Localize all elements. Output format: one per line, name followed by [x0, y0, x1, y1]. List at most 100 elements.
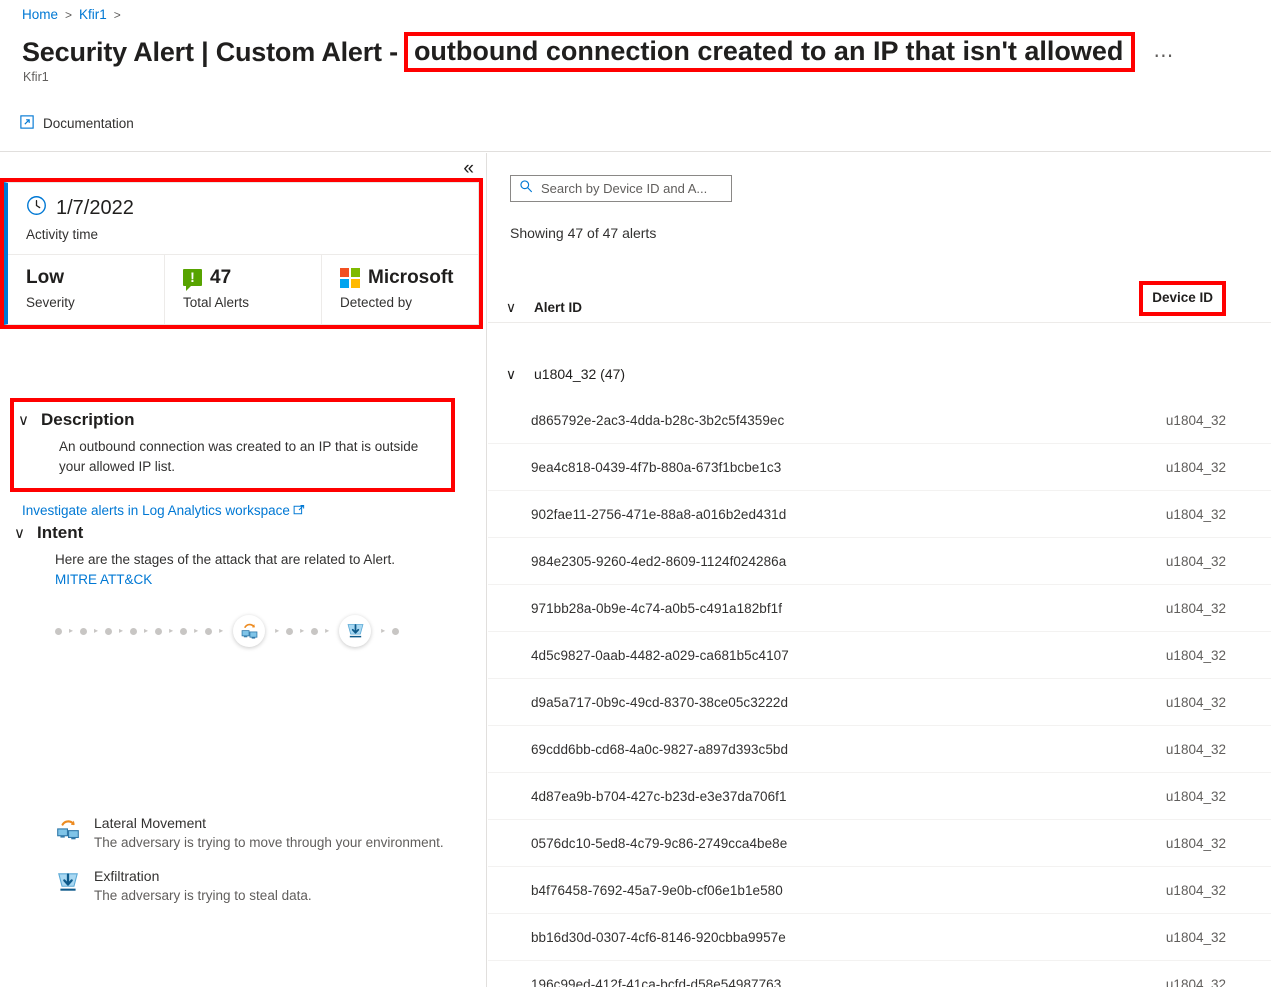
table-row[interactable]: 902fae11-2756-471e-88a8-a016b2ed431d u180… [488, 491, 1271, 538]
table-row[interactable]: 69cdd6bb-cd68-4a0c-9827-a897d393c5bd u180… [488, 726, 1271, 773]
attack-stage-list: Lateral Movement The adversary is trying… [55, 815, 465, 920]
microsoft-logo-icon [340, 267, 360, 288]
stage-dot [311, 627, 319, 635]
table-row[interactable]: 984e2305-9260-4ed2-8609-1124f024286a u180… [488, 538, 1271, 585]
column-header-device-id[interactable]: Device ID [1152, 290, 1213, 305]
stage-dot [180, 627, 188, 635]
cell-device-id: u1804_32 [1165, 929, 1226, 945]
cell-device-id: u1804_32 [1165, 788, 1226, 804]
table-row[interactable]: 971bb28a-0b9e-4c74-a0b5-c491a182bf1f u180… [488, 585, 1271, 632]
collapse-panel-button[interactable]: « [457, 157, 480, 180]
intent-body-text: Here are the stages of the attack that a… [55, 552, 395, 567]
activity-time-value: 1/7/2022 [56, 197, 134, 219]
external-link-icon [20, 115, 34, 132]
severity-value: Low [26, 267, 64, 288]
stage-dot [55, 627, 62, 635]
severity-cell: Low Severity [8, 255, 165, 324]
clock-icon [26, 195, 47, 222]
cell-alert-id: d9a5a717-0b9c-49cd-8370-38ce05c3222d [531, 694, 789, 710]
group-label: u1804_32 (47) [534, 366, 626, 382]
table-row[interactable]: d9a5a717-0b9c-49cd-8370-38ce05c3222d u180… [488, 679, 1271, 726]
mitre-attack-link[interactable]: MITRE ATT&CK [55, 572, 152, 587]
stage-name: Exfiltration [94, 867, 160, 884]
stage-description: The adversary is trying to move through … [94, 835, 444, 850]
cell-alert-id: 0576dc10-5ed8-4c79-9c86-2749cca4be8e [531, 835, 788, 851]
cell-alert-id: 196c99ed-412f-41ca-bcfd-d58e54987763 [531, 976, 782, 987]
table-row[interactable]: 4d87ea9b-b704-427c-b23d-e3e37da706f1 u180… [488, 773, 1271, 820]
table-row[interactable]: 196c99ed-412f-41ca-bcfd-d58e54987763 u180… [488, 961, 1271, 987]
cell-device-id: u1804_32 [1165, 600, 1226, 616]
intent-section: ∨ Intent Here are the stages of the atta… [14, 523, 474, 651]
table-row[interactable]: d865792e-2ac3-4dda-b28c-3b2c5f4359ec u180… [488, 397, 1271, 444]
total-alerts-value: 47 [210, 267, 232, 288]
chevron-down-icon: ∨ [14, 525, 25, 542]
total-alerts-label: Total Alerts [183, 294, 250, 310]
log-analytics-link[interactable]: Investigate alerts in Log Analytics work… [22, 503, 305, 518]
stage-arrow-icon: ▸ [325, 626, 330, 636]
alert-details-page: Home > Kfir1 > Security Alert | Custom A… [0, 0, 1271, 987]
cell-alert-id: bb16d30d-0307-4cf6-8146-920cbba9957e [531, 929, 786, 945]
stage-arrow-icon: ▸ [194, 626, 199, 636]
stage-text-block: Exfiltration The adversary is trying to … [94, 868, 312, 906]
stage-list-item: Exfiltration The adversary is trying to … [55, 868, 465, 906]
stage-description: The adversary is trying to steal data. [94, 887, 312, 903]
search-box[interactable]: Search by Device ID and A... [510, 175, 732, 202]
table-row[interactable]: bb16d30d-0307-4cf6-8146-920cbba9957e u180… [488, 914, 1271, 961]
detected-by-value-row: Microsoft [340, 267, 478, 289]
column-header-alert-id[interactable]: Alert ID [534, 300, 582, 315]
more-options-button[interactable]: ⋯ [1153, 43, 1174, 72]
intent-body: Here are the stages of the attack that a… [55, 550, 405, 589]
breadcrumb-item-kfir1[interactable]: Kfir1 [79, 7, 107, 22]
cell-alert-id: 902fae11-2756-471e-88a8-a016b2ed431d [531, 506, 787, 522]
cell-alert-id: 4d5c9827-0aab-4482-a029-ca681b5c4107 [531, 647, 789, 663]
stage-arrow-icon: ▸ [144, 626, 149, 636]
table-header-row: ∨ Alert ID Device ID [488, 281, 1271, 323]
lateral-movement-stage-icon[interactable] [233, 615, 266, 648]
table-row[interactable]: b4f76458-7692-45a7-9e0b-cf06e1b1e580 u180… [488, 867, 1271, 914]
expand-all-chevron-icon[interactable]: ∨ [488, 299, 534, 316]
table-row[interactable]: 9ea4c818-0439-4f7b-880a-673f1bcbe1c3 u180… [488, 444, 1271, 491]
group-row-u1804-32[interactable]: ∨ u1804_32 (47) [488, 351, 1271, 397]
cell-alert-id: 984e2305-9260-4ed2-8609-1124f024286a [531, 553, 787, 569]
search-placeholder: Search by Device ID and A... [541, 181, 708, 196]
breadcrumb-item-home[interactable]: Home [22, 7, 58, 22]
activity-time-value-row: 1/7/2022 [26, 195, 478, 222]
cell-alert-id: 69cdd6bb-cd68-4a0c-9827-a897d393c5bd [531, 741, 789, 757]
attack-stage-track: ▸ ▸ ▸ ▸ ▸ ▸ ▸ ▸ ▸ ▸ ▸ [55, 611, 475, 651]
activity-time-section: 1/7/2022 Activity time [8, 183, 478, 254]
exfiltration-stage-icon[interactable] [339, 615, 372, 648]
breadcrumb-separator-2: > [113, 7, 121, 22]
page-subtitle: Kfir1 [23, 70, 49, 84]
alert-summary-card: 1/7/2022 Activity time Low Severity 47 [4, 182, 479, 325]
cell-device-id: u1804_32 [1165, 976, 1226, 987]
total-alerts-value-row: 47 [183, 267, 321, 292]
table-row[interactable]: 4d5c9827-0aab-4482-a029-ca681b5c4107 u180… [488, 632, 1271, 679]
severity-label: Severity [26, 294, 75, 310]
cell-device-id: u1804_32 [1165, 412, 1226, 428]
results-count-label: Showing 47 of 47 alerts [510, 225, 657, 241]
alerts-table-body: d865792e-2ac3-4dda-b28c-3b2c5f4359ec u180… [488, 397, 1271, 987]
stage-dot [80, 627, 88, 635]
cell-device-id: u1804_32 [1165, 882, 1226, 898]
activity-time-label: Activity time [26, 227, 99, 242]
left-details-panel: « 1/7/2022 Activity time Low Severity ! … [0, 153, 487, 987]
column-header-device-id-highlight: Device ID [1139, 281, 1226, 316]
breadcrumb: Home > Kfir1 > [22, 7, 121, 22]
intent-heading: Intent [36, 523, 84, 542]
cell-device-id: u1804_32 [1165, 741, 1226, 757]
documentation-button[interactable]: Documentation [14, 110, 140, 137]
intent-section-header[interactable]: ∨ Intent [14, 523, 474, 543]
exfiltration-icon [55, 868, 81, 906]
group-chevron-icon[interactable]: ∨ [488, 366, 534, 383]
cell-device-id: u1804_32 [1165, 506, 1226, 522]
external-link-small-icon [293, 503, 305, 518]
description-section-header[interactable]: ∨ Description [18, 410, 441, 430]
alerts-list-panel: Search by Device ID and A... Showing 47 … [488, 153, 1271, 987]
documentation-label: Documentation [43, 116, 134, 131]
table-row[interactable]: 0576dc10-5ed8-4c79-9c86-2749cca4be8e u180… [488, 820, 1271, 867]
stage-arrow-icon: ▸ [169, 626, 174, 636]
stage-arrow-icon: ▸ [119, 626, 124, 636]
chevron-down-icon: ∨ [18, 412, 29, 429]
detected-by-label: Detected by [340, 294, 413, 310]
lateral-movement-icon [55, 815, 81, 853]
